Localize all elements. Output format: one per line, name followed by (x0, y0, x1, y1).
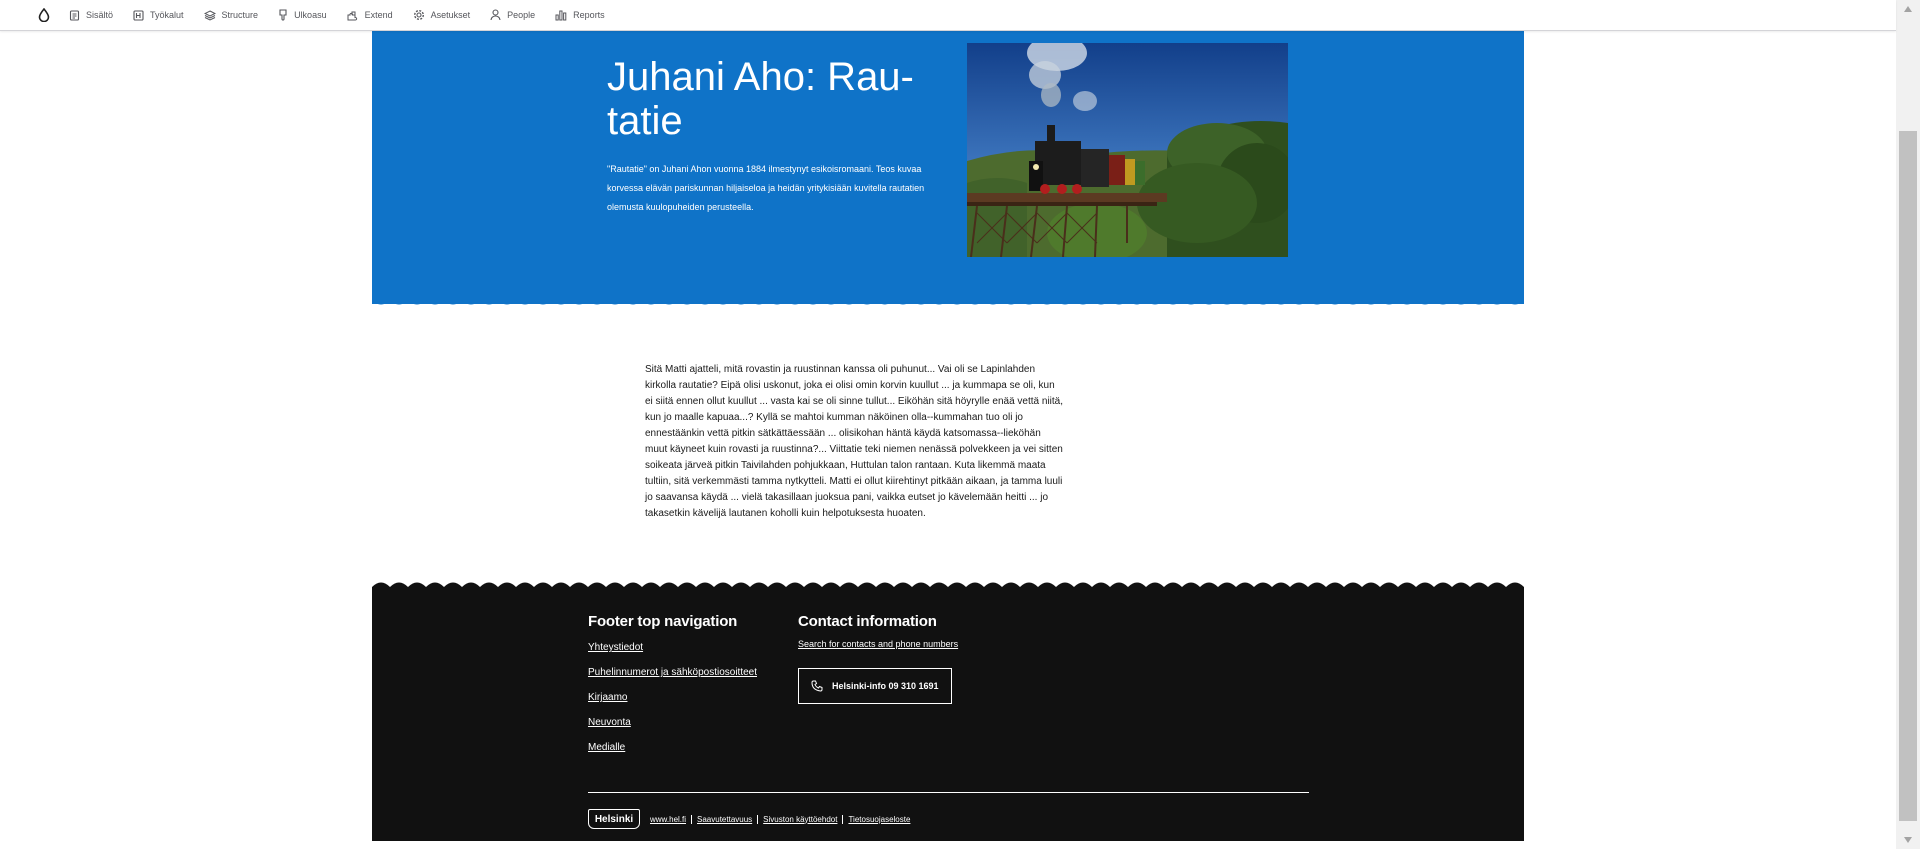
footer-link-terms[interactable]: Sivuston käyttöehdot (763, 815, 837, 824)
footer-link-neuvonta[interactable]: Neuvonta (588, 717, 757, 728)
hero-lead: "Rautatie" on Juhani Ahon vuonna 1884 il… (607, 164, 925, 212)
admin-toolbar: Sisältö Työkalut Structure Ulkoasu Exten… (0, 0, 1896, 31)
footer-contact-information: Contact information Search for contacts … (798, 613, 958, 704)
contact-search-link[interactable]: Search for contacts and phone numbers (798, 639, 958, 649)
phone-label: Helsinki-info 09 310 1691 (832, 681, 939, 691)
footer-top-navigation: Footer top navigation Yhteystiedot Puhel… (588, 613, 757, 767)
scrollbar-thumb[interactable] (1899, 131, 1917, 821)
hero-wave-divider (372, 293, 1524, 305)
brush-icon (279, 9, 287, 21)
link-separator (691, 814, 693, 824)
page-title: Juhani Aho: Rau-tatie (607, 55, 914, 143)
toolbar-item-label: People (507, 10, 536, 20)
footer-link-hel-fi[interactable]: www.hel.fi (650, 815, 686, 824)
layers-icon (203, 9, 216, 21)
toolbar-item-structure[interactable]: Structure (194, 0, 269, 31)
toolbar-item-label: Ulkoasu (294, 10, 327, 20)
footer-link-yhteystiedot[interactable]: Yhteystiedot (588, 642, 757, 653)
link-separator (757, 814, 759, 824)
triangle-down-icon (1904, 837, 1912, 843)
helsinki-logo[interactable]: Helsinki (588, 809, 640, 829)
footer-link-phone-numbers[interactable]: Puhelinnumerot ja sähköpostiosoitteet (588, 667, 757, 678)
article-body: Sitä Matti ajatteli, mitä rovastin ja ru… (645, 364, 1064, 519)
toolbar-item-label: Asetukset (430, 10, 471, 20)
page-content: Juhani Aho: Rau-tatie "Rautatie" on Juha… (372, 31, 1524, 841)
train-illustration (967, 43, 1288, 257)
toolbar-item-label: Työkalut (150, 10, 184, 20)
bar-chart-icon (555, 10, 567, 20)
toolbar-item-appearance[interactable]: Ulkoasu (268, 0, 337, 31)
tools-icon (133, 9, 144, 21)
puzzle-icon (347, 11, 357, 21)
toolbar-item-content[interactable]: Sisältö (59, 0, 123, 31)
footer-link-kirjaamo[interactable]: Kirjaamo (588, 692, 757, 703)
toolbar-item-label: Extend (364, 10, 393, 20)
footer-link-privacy[interactable]: Tietosuojaseloste (848, 815, 910, 824)
toolbar-item-extend[interactable]: Extend (337, 0, 403, 31)
contact-heading: Contact information (798, 613, 937, 630)
site-footer: Footer top navigation Yhteystiedot Puhel… (372, 589, 1524, 841)
drop-icon (38, 8, 50, 22)
hero-section: Juhani Aho: Rau-tatie "Rautatie" on Juha… (372, 31, 1524, 304)
gear-icon (413, 9, 424, 21)
page-scrollbar[interactable] (1896, 0, 1920, 849)
toolbar-item-label: Reports (573, 10, 605, 20)
toolbar-item-label: Structure (221, 10, 259, 20)
footer-link-saavutettavuus[interactable]: Saavutettavuus (697, 815, 752, 824)
hero-image (967, 43, 1288, 257)
toolbar-item-people[interactable]: People (480, 0, 545, 31)
phone-icon (811, 680, 823, 692)
triangle-up-icon (1904, 6, 1912, 12)
toolbar-item-label: Sisältö (86, 10, 114, 20)
document-icon (69, 9, 80, 21)
footer-bottom-bar: Helsinki www.hel.fi Saavutettavuus Sivus… (588, 809, 910, 829)
toolbar-item-tools[interactable]: Työkalut (123, 0, 194, 31)
scroll-down-button[interactable] (1896, 831, 1920, 849)
person-icon (490, 9, 501, 21)
home-link[interactable] (29, 0, 59, 31)
link-separator (842, 814, 844, 824)
logo-text: Helsinki (594, 813, 634, 825)
toolbar-item-reports[interactable]: Reports (545, 0, 615, 31)
toolbar-item-settings[interactable]: Asetukset (403, 0, 481, 31)
footer-nav-heading: Footer top navigation (588, 613, 738, 630)
footer-link-medialle[interactable]: Medialle (588, 742, 757, 753)
helsinki-info-phone-button[interactable]: Helsinki-info 09 310 1691 (798, 668, 952, 704)
scroll-up-button[interactable] (1896, 0, 1920, 18)
footer-divider (588, 792, 1309, 793)
